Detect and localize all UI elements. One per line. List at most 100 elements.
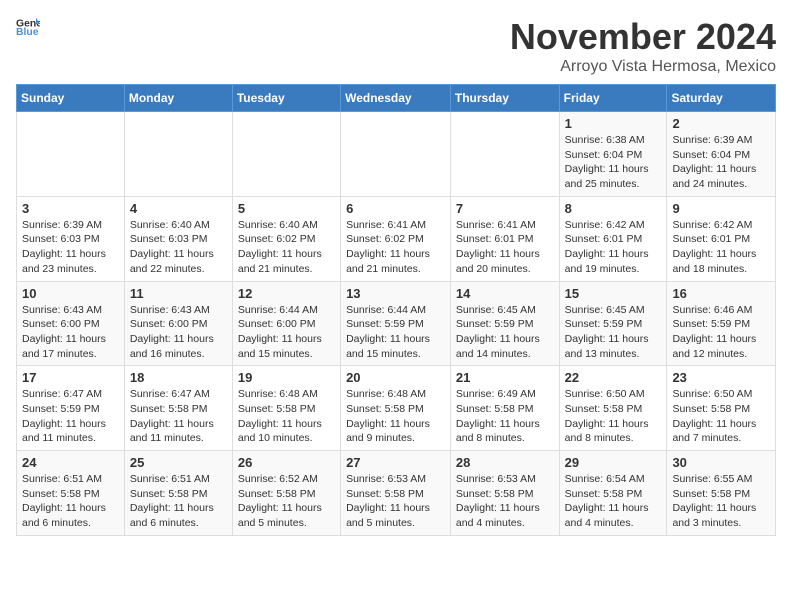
calendar-cell: 5Sunrise: 6:40 AM Sunset: 6:02 PM Daylig… <box>232 196 340 281</box>
calendar-cell: 19 Sunrise: 6:48 AM Sunset: 5:58 PM Dayli… <box>232 366 340 451</box>
calendar-cell: 7Sunrise: 6:41 AM Sunset: 6:01 PM Daylig… <box>450 196 559 281</box>
day-detail: Sunrise: 6:43 AM Sunset: 6:00 PM Dayligh… <box>22 303 119 362</box>
calendar-cell: 14 Sunrise: 6:45 AM Sunset: 5:59 PM Dayli… <box>450 281 559 366</box>
day-number: 17 <box>22 370 119 385</box>
logo-icon: General Blue <box>16 16 40 36</box>
logo: General Blue <box>16 16 40 36</box>
header: General Blue November 2024 Arroyo Vista … <box>16 16 776 76</box>
calendar-cell: 25Sunrise: 6:51 AM Sunset: 5:58 PM Dayli… <box>124 451 232 536</box>
day-number: 4 <box>130 201 227 216</box>
calendar-cell: 28 Sunrise: 6:53 AM Sunset: 5:58 PM Dayli… <box>450 451 559 536</box>
day-detail: Sunrise: 6:53 AM Sunset: 5:58 PM Dayligh… <box>456 472 554 531</box>
day-detail: Sunrise: 6:53 AM Sunset: 5:58 PM Dayligh… <box>346 472 445 531</box>
calendar-cell: 22Sunrise: 6:50 AM Sunset: 5:58 PM Dayli… <box>559 366 667 451</box>
day-detail: Sunrise: 6:39 AM Sunset: 6:04 PM Dayligh… <box>672 133 770 192</box>
weekday-header: Saturday <box>667 85 776 112</box>
calendar-cell: 23Sunrise: 6:50 AM Sunset: 5:58 PM Dayli… <box>667 366 776 451</box>
calendar-cell: 4 Sunrise: 6:40 AM Sunset: 6:03 PM Daylig… <box>124 196 232 281</box>
day-detail: Sunrise: 6:55 AM Sunset: 5:58 PM Dayligh… <box>672 472 770 531</box>
weekday-header: Sunday <box>17 85 125 112</box>
day-number: 8 <box>565 201 662 216</box>
day-number: 22 <box>565 370 662 385</box>
day-number: 10 <box>22 286 119 301</box>
day-detail: Sunrise: 6:44 AM Sunset: 6:00 PM Dayligh… <box>238 303 335 362</box>
weekday-header-row: SundayMondayTuesdayWednesdayThursdayFrid… <box>17 85 776 112</box>
day-detail: Sunrise: 6:54 AM Sunset: 5:58 PM Dayligh… <box>565 472 662 531</box>
day-number: 6 <box>346 201 445 216</box>
weekday-header: Monday <box>124 85 232 112</box>
day-number: 28 <box>456 455 554 470</box>
day-number: 16 <box>672 286 770 301</box>
day-detail: Sunrise: 6:42 AM Sunset: 6:01 PM Dayligh… <box>565 218 662 277</box>
calendar-week-row: 17 Sunrise: 6:47 AM Sunset: 5:59 PM Dayli… <box>17 366 776 451</box>
day-number: 5 <box>238 201 335 216</box>
day-detail: Sunrise: 6:50 AM Sunset: 5:58 PM Dayligh… <box>672 387 770 446</box>
day-detail: Sunrise: 6:51 AM Sunset: 5:58 PM Dayligh… <box>22 472 119 531</box>
day-detail: Sunrise: 6:45 AM Sunset: 5:59 PM Dayligh… <box>565 303 662 362</box>
calendar-cell <box>341 112 451 197</box>
day-detail: Sunrise: 6:52 AM Sunset: 5:58 PM Dayligh… <box>238 472 335 531</box>
calendar-cell: 8 Sunrise: 6:42 AM Sunset: 6:01 PM Daylig… <box>559 196 667 281</box>
calendar-cell: 16Sunrise: 6:46 AM Sunset: 5:59 PM Dayli… <box>667 281 776 366</box>
day-number: 9 <box>672 201 770 216</box>
calendar-cell <box>450 112 559 197</box>
day-detail: Sunrise: 6:44 AM Sunset: 5:59 PM Dayligh… <box>346 303 445 362</box>
day-detail: Sunrise: 6:48 AM Sunset: 5:58 PM Dayligh… <box>238 387 335 446</box>
day-number: 20 <box>346 370 445 385</box>
day-number: 21 <box>456 370 554 385</box>
month-title: November 2024 <box>510 16 776 58</box>
weekday-header: Thursday <box>450 85 559 112</box>
calendar-cell: 18 Sunrise: 6:47 AM Sunset: 5:58 PM Dayli… <box>124 366 232 451</box>
calendar-cell: 3Sunrise: 6:39 AM Sunset: 6:03 PM Daylig… <box>17 196 125 281</box>
day-detail: Sunrise: 6:45 AM Sunset: 5:59 PM Dayligh… <box>456 303 554 362</box>
calendar-cell: 17 Sunrise: 6:47 AM Sunset: 5:59 PM Dayli… <box>17 366 125 451</box>
calendar-week-row: 3Sunrise: 6:39 AM Sunset: 6:03 PM Daylig… <box>17 196 776 281</box>
day-detail: Sunrise: 6:40 AM Sunset: 6:03 PM Dayligh… <box>130 218 227 277</box>
day-number: 29 <box>565 455 662 470</box>
day-detail: Sunrise: 6:42 AM Sunset: 6:01 PM Dayligh… <box>672 218 770 277</box>
calendar-cell: 29 Sunrise: 6:54 AM Sunset: 5:58 PM Dayli… <box>559 451 667 536</box>
calendar-cell: 21 Sunrise: 6:49 AM Sunset: 5:58 PM Dayli… <box>450 366 559 451</box>
calendar-cell: 1 Sunrise: 6:38 AM Sunset: 6:04 PM Daylig… <box>559 112 667 197</box>
calendar-cell: 15 Sunrise: 6:45 AM Sunset: 5:59 PM Dayli… <box>559 281 667 366</box>
day-number: 26 <box>238 455 335 470</box>
calendar-cell <box>232 112 340 197</box>
calendar-cell: 13 Sunrise: 6:44 AM Sunset: 5:59 PM Dayli… <box>341 281 451 366</box>
calendar-cell <box>124 112 232 197</box>
calendar-cell: 10 Sunrise: 6:43 AM Sunset: 6:00 PM Dayli… <box>17 281 125 366</box>
day-number: 19 <box>238 370 335 385</box>
calendar-cell: 26 Sunrise: 6:52 AM Sunset: 5:58 PM Dayli… <box>232 451 340 536</box>
calendar-cell: 30 Sunrise: 6:55 AM Sunset: 5:58 PM Dayli… <box>667 451 776 536</box>
calendar-cell: 6 Sunrise: 6:41 AM Sunset: 6:02 PM Daylig… <box>341 196 451 281</box>
calendar-week-row: 10 Sunrise: 6:43 AM Sunset: 6:00 PM Dayli… <box>17 281 776 366</box>
location-title: Arroyo Vista Hermosa, Mexico <box>510 58 776 76</box>
day-number: 12 <box>238 286 335 301</box>
day-number: 7 <box>456 201 554 216</box>
calendar-cell <box>17 112 125 197</box>
day-detail: Sunrise: 6:48 AM Sunset: 5:58 PM Dayligh… <box>346 387 445 446</box>
calendar: SundayMondayTuesdayWednesdayThursdayFrid… <box>16 84 776 536</box>
day-number: 15 <box>565 286 662 301</box>
day-number: 13 <box>346 286 445 301</box>
day-number: 18 <box>130 370 227 385</box>
day-detail: Sunrise: 6:38 AM Sunset: 6:04 PM Dayligh… <box>565 133 662 192</box>
day-number: 1 <box>565 116 662 131</box>
day-number: 11 <box>130 286 227 301</box>
day-detail: Sunrise: 6:49 AM Sunset: 5:58 PM Dayligh… <box>456 387 554 446</box>
day-number: 24 <box>22 455 119 470</box>
calendar-cell: 27 Sunrise: 6:53 AM Sunset: 5:58 PM Dayli… <box>341 451 451 536</box>
calendar-cell: 24 Sunrise: 6:51 AM Sunset: 5:58 PM Dayli… <box>17 451 125 536</box>
day-detail: Sunrise: 6:39 AM Sunset: 6:03 PM Dayligh… <box>22 218 119 277</box>
calendar-cell: 2Sunrise: 6:39 AM Sunset: 6:04 PM Daylig… <box>667 112 776 197</box>
day-number: 27 <box>346 455 445 470</box>
day-detail: Sunrise: 6:43 AM Sunset: 6:00 PM Dayligh… <box>130 303 227 362</box>
day-detail: Sunrise: 6:47 AM Sunset: 5:58 PM Dayligh… <box>130 387 227 446</box>
day-number: 30 <box>672 455 770 470</box>
calendar-week-row: 24 Sunrise: 6:51 AM Sunset: 5:58 PM Dayli… <box>17 451 776 536</box>
calendar-cell: 20 Sunrise: 6:48 AM Sunset: 5:58 PM Dayli… <box>341 366 451 451</box>
calendar-cell: 12 Sunrise: 6:44 AM Sunset: 6:00 PM Dayli… <box>232 281 340 366</box>
day-detail: Sunrise: 6:51 AM Sunset: 5:58 PM Dayligh… <box>130 472 227 531</box>
day-number: 14 <box>456 286 554 301</box>
day-detail: Sunrise: 6:41 AM Sunset: 6:02 PM Dayligh… <box>346 218 445 277</box>
day-detail: Sunrise: 6:47 AM Sunset: 5:59 PM Dayligh… <box>22 387 119 446</box>
